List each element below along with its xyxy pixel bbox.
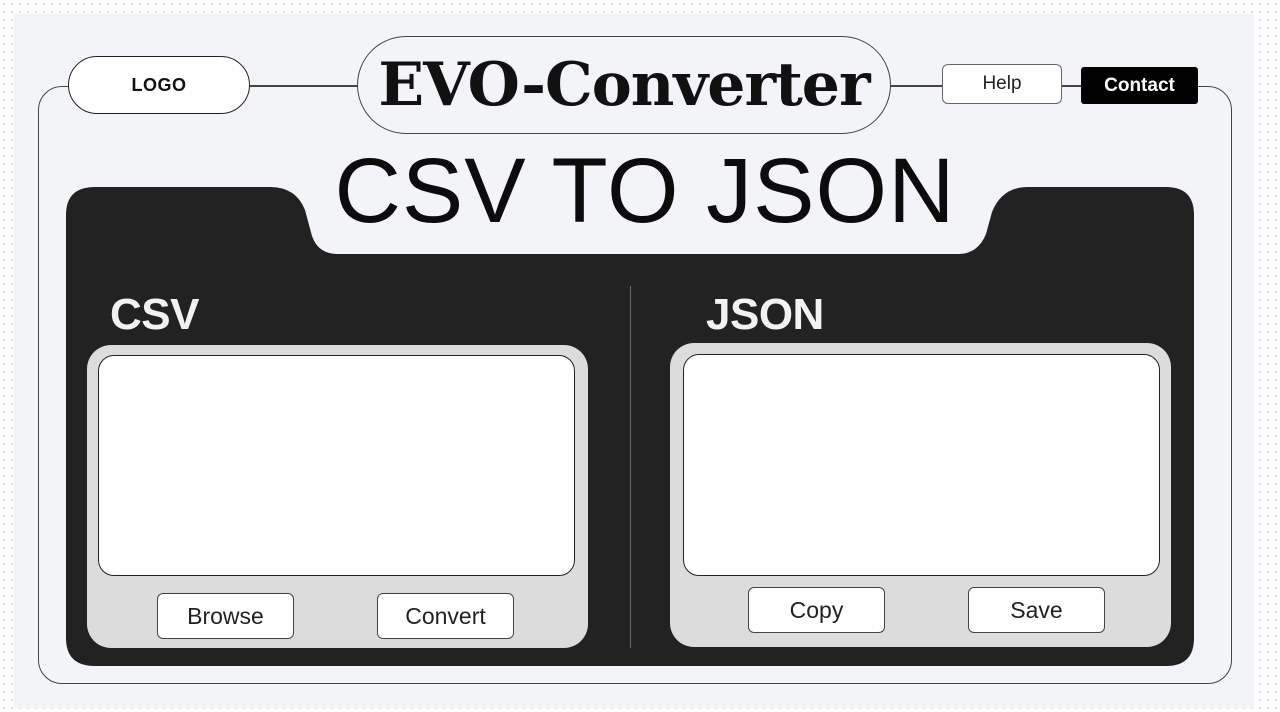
csv-heading: CSV	[110, 290, 199, 339]
json-heading: JSON	[706, 290, 824, 339]
csv-input[interactable]	[98, 355, 575, 576]
save-button[interactable]: Save	[968, 587, 1105, 633]
json-output[interactable]	[683, 354, 1160, 576]
panel-divider	[630, 286, 631, 648]
page-title: CSV TO JSON	[334, 139, 956, 242]
copy-button[interactable]: Copy	[748, 587, 885, 633]
browse-button[interactable]: Browse	[157, 593, 294, 639]
convert-button[interactable]: Convert	[377, 593, 514, 639]
